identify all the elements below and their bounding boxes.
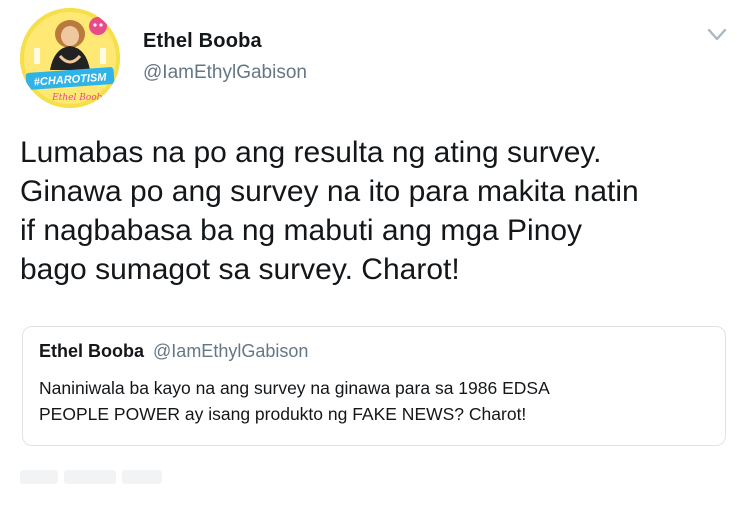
author-handle[interactable]: @IamEthylGabison — [143, 62, 307, 84]
quoted-tweet-text: Naniniwala ba kayo na ang survey na gina… — [39, 375, 719, 427]
quoted-tweet-text-line: PEOPLE POWER ay isang produkto ng FAKE N… — [39, 404, 527, 424]
quoted-author-name: Ethel Booba — [39, 341, 145, 361]
tweet-text-line: bago sumagot sa survey. Charot! — [20, 253, 460, 286]
tweet-text-line: Lumabas na po ang resulta ng ating surve… — [20, 136, 602, 169]
avatar[interactable]: #CHAROTISM Ethel Booba — [20, 8, 120, 108]
faint-text-block — [20, 470, 58, 484]
quoted-tweet[interactable]: Ethel Booba @IamEthylGabison Naniniwala … — [22, 326, 726, 446]
quoted-tweet-text-line: Naniniwala ba kayo na ang survey na gina… — [39, 378, 550, 398]
quoted-author-handle: @IamEthylGabison — [153, 341, 309, 361]
faint-text-block — [122, 470, 162, 484]
timestamp-placeholder — [20, 470, 180, 486]
quoted-tweet-header: Ethel Booba @IamEthylGabison — [39, 341, 308, 362]
tweet-card: #CHAROTISM Ethel Booba Ethel Booba @IamE… — [0, 0, 750, 516]
chevron-down-icon[interactable] — [702, 22, 732, 48]
tweet-text-line: Ginawa po ang survey na ito para makita … — [20, 175, 639, 208]
author-name[interactable]: Ethel Booba — [143, 30, 262, 53]
tweet-text-line: if nagbabasa ba ng mabuti ang mga Pinoy — [20, 214, 583, 247]
faint-text-block — [64, 470, 116, 484]
avatar-script-text: Ethel Booba — [51, 93, 108, 103]
tweet-text: Lumabas na po ang resulta ng ating surve… — [20, 133, 735, 289]
avatar-image: #CHAROTISM Ethel Booba — [20, 8, 120, 108]
